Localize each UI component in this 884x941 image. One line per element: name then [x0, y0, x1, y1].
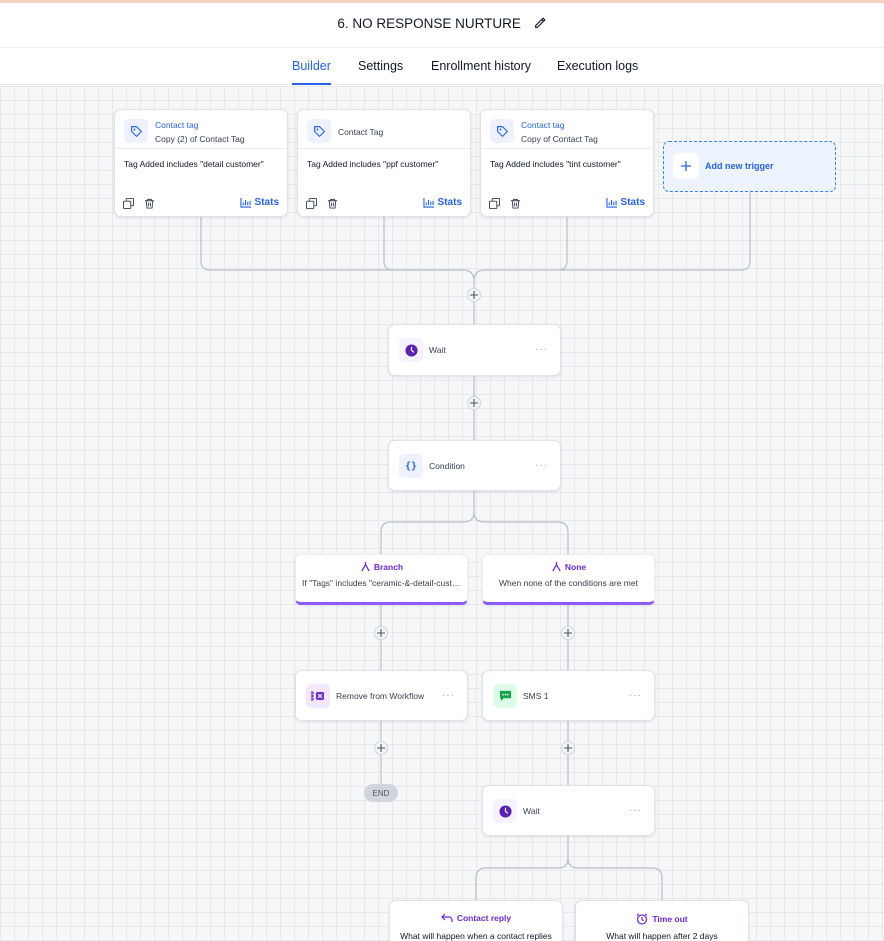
branch-title: None — [564, 562, 587, 572]
trigger-card-header: Contact tag Copy of Contact Tag — [481, 110, 653, 149]
split-branch-icon — [552, 561, 561, 572]
trigger-footer: Stats — [123, 197, 279, 211]
trigger-type: Contact tag — [155, 120, 199, 130]
sms-chat-icon — [493, 684, 517, 708]
split-branch-icon — [361, 561, 370, 572]
trigger-name: Copy of Contact Tag — [521, 134, 598, 144]
outcome-description: What will happen after 2 days — [606, 931, 718, 941]
add-step-plus-icon[interactable] — [561, 626, 575, 640]
branch-card[interactable]: Branch If "Tags" includes "ceramic-&-det… — [295, 554, 468, 605]
action-label: Wait — [523, 805, 540, 816]
edit-pencil-icon[interactable] — [533, 16, 547, 30]
tab-builder[interactable]: Builder — [292, 59, 331, 85]
wait-action-card[interactable]: Wait ··· — [388, 324, 561, 376]
add-step-plus-icon[interactable] — [374, 626, 388, 640]
trigger-card-2[interactable]: Contact Tag Tag Added includes "ppf cust… — [297, 109, 471, 217]
trigger-name: Copy (2) of Contact Tag — [155, 134, 245, 144]
condition-action-card[interactable]: {} Condition ··· — [388, 440, 561, 491]
add-step-plus-icon[interactable] — [561, 741, 575, 755]
bar-chart-icon — [422, 197, 434, 208]
more-options-icon[interactable]: ··· — [629, 804, 642, 815]
trigger-footer: Stats — [489, 197, 645, 211]
stats-label: Stats — [437, 197, 462, 208]
copy-icon[interactable] — [123, 198, 134, 209]
workflow-title: 6. NO RESPONSE NURTURE — [337, 16, 521, 31]
tab-settings[interactable]: Settings — [358, 59, 403, 85]
bar-chart-icon — [605, 197, 617, 208]
add-step-plus-icon[interactable] — [467, 396, 481, 410]
add-new-trigger-button[interactable]: Add new trigger — [663, 141, 836, 192]
trigger-card-header: Contact Tag — [298, 110, 470, 149]
stats-label: Stats — [254, 197, 279, 208]
more-options-icon[interactable]: ··· — [629, 689, 642, 700]
tab-bar: Builder Settings Enrollment history Exec… — [0, 48, 884, 85]
wait-action-card-2[interactable]: Wait ··· — [482, 785, 655, 836]
action-label: Remove from Workflow — [336, 690, 425, 701]
stats-button[interactable]: Stats — [239, 197, 279, 208]
more-options-icon[interactable]: ··· — [535, 344, 548, 355]
clock-icon — [399, 338, 423, 362]
tab-execution-logs[interactable]: Execution logs — [557, 59, 638, 85]
end-marker: END — [364, 784, 398, 802]
trigger-description: Tag Added includes "detail customer" — [124, 159, 264, 169]
stats-button[interactable]: Stats — [605, 197, 645, 208]
sms-action-card[interactable]: SMS 1 ··· — [482, 670, 655, 721]
outcome-description: What will happen when a contact replies — [400, 931, 552, 941]
remove-workflow-icon — [306, 684, 330, 708]
trigger-type: Contact tag — [521, 120, 565, 130]
tag-icon — [490, 119, 514, 143]
copy-icon[interactable] — [489, 198, 500, 209]
plus-icon — [673, 153, 699, 179]
outcome-title: Time out — [652, 914, 688, 924]
braces-icon: {} — [399, 454, 423, 478]
action-label: Wait — [429, 345, 446, 355]
trash-icon[interactable] — [144, 198, 155, 209]
add-step-plus-icon[interactable] — [467, 288, 481, 302]
action-label: SMS 1 — [523, 690, 549, 701]
clock-icon — [493, 799, 517, 823]
trash-icon[interactable] — [510, 198, 521, 209]
contact-reply-outcome-card[interactable]: Contact reply What will happen when a co… — [389, 900, 563, 941]
trigger-description: Tag Added includes "tint customer" — [490, 159, 621, 169]
time-out-outcome-card[interactable]: Time out What will happen after 2 days — [575, 900, 749, 941]
trigger-card-1[interactable]: Contact tag Copy (2) of Contact Tag Tag … — [114, 109, 288, 217]
trigger-card-3[interactable]: Contact tag Copy of Contact Tag Tag Adde… — [480, 109, 654, 217]
outcome-title-row: Contact reply — [390, 913, 562, 923]
workflow-canvas[interactable]: Contact tag Copy (2) of Contact Tag Tag … — [0, 86, 884, 941]
trigger-footer: Stats — [306, 197, 462, 211]
branch-description: If "Tags" includes "ceramic-&-detail-cus… — [302, 578, 461, 588]
tag-icon — [307, 119, 331, 143]
workflow-title-wrap: 6. NO RESPONSE NURTURE — [0, 16, 884, 31]
more-options-icon[interactable]: ··· — [442, 689, 455, 700]
branch-title: Branch — [373, 562, 404, 572]
stats-label: Stats — [620, 197, 645, 208]
trigger-name: Contact Tag — [338, 127, 384, 137]
more-options-icon[interactable]: ··· — [535, 459, 548, 470]
reply-arrow-icon — [440, 913, 453, 922]
add-new-trigger-label: Add new trigger — [705, 161, 774, 171]
trigger-description: Tag Added includes "ppf customer" — [307, 159, 439, 169]
tag-icon — [124, 119, 148, 143]
copy-icon[interactable] — [306, 198, 317, 209]
outcome-title-row: Time out — [576, 913, 748, 925]
branch-title-row: None — [483, 561, 654, 572]
tab-enrollment-history[interactable]: Enrollment history — [431, 59, 531, 85]
workflow-header: 6. NO RESPONSE NURTURE — [0, 3, 884, 48]
branch-description: When none of the conditions are met — [499, 578, 638, 588]
outcome-title: Contact reply — [456, 913, 512, 923]
none-branch-card[interactable]: None When none of the conditions are met — [482, 554, 655, 605]
action-label: Condition — [429, 460, 465, 471]
alarm-clock-icon — [636, 913, 648, 925]
remove-from-workflow-card[interactable]: Remove from Workflow ··· — [295, 670, 468, 721]
trash-icon[interactable] — [327, 198, 338, 209]
stats-button[interactable]: Stats — [422, 197, 462, 208]
trigger-card-header: Contact tag Copy (2) of Contact Tag — [115, 110, 287, 149]
bar-chart-icon — [239, 197, 251, 208]
add-step-plus-icon[interactable] — [374, 741, 388, 755]
branch-title-row: Branch — [296, 561, 467, 572]
